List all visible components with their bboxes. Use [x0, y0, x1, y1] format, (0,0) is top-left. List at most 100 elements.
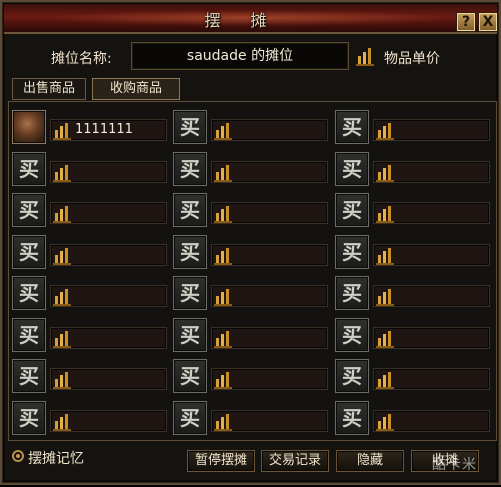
- unit-price-label: 物品单价: [384, 51, 440, 67]
- tab-buy-items[interactable]: 收购商品: [92, 78, 180, 100]
- buy-icon[interactable]: 买: [335, 234, 369, 269]
- gold-bars-icon: [214, 206, 232, 223]
- stall-name-label: 摊位名称:: [51, 51, 112, 67]
- title-bar[interactable]: 摆摊 ? X: [4, 4, 498, 34]
- buy-slot[interactable]: 买: [12, 193, 168, 229]
- buy-slot[interactable]: 买: [173, 193, 329, 229]
- tab-sell-items[interactable]: 出售商品: [12, 78, 86, 100]
- price-field[interactable]: [211, 160, 328, 183]
- buy-slot[interactable]: 买: [335, 359, 491, 395]
- buy-icon[interactable]: 买: [335, 151, 369, 186]
- buy-slot[interactable]: 买: [12, 359, 168, 395]
- buy-icon[interactable]: 买: [12, 234, 46, 269]
- gold-bars-icon: [376, 330, 394, 348]
- gold-bars-icon: [53, 289, 71, 306]
- buy-icon[interactable]: 买: [173, 234, 207, 269]
- price-field[interactable]: [211, 202, 328, 224]
- price-field[interactable]: [211, 368, 328, 390]
- price-field[interactable]: [50, 202, 167, 224]
- buy-slot[interactable]: 买: [173, 359, 329, 395]
- gold-bars-icon: [376, 372, 394, 389]
- close-button[interactable]: X: [478, 12, 498, 32]
- buy-slot[interactable]: 买: [335, 317, 491, 354]
- buy-icon[interactable]: 买: [12, 193, 46, 227]
- gold-bars-icon: [53, 164, 71, 182]
- price-field[interactable]: [211, 119, 328, 141]
- buy-icon[interactable]: 买: [335, 110, 369, 144]
- buy-icon[interactable]: 买: [335, 317, 369, 352]
- hide-button[interactable]: 隐藏: [336, 450, 404, 472]
- buy-slot[interactable]: 买: [173, 110, 329, 146]
- price-field[interactable]: [373, 368, 490, 390]
- buy-slot[interactable]: 买: [335, 234, 491, 271]
- price-field[interactable]: [373, 202, 490, 224]
- buy-slot[interactable]: 买: [335, 276, 491, 312]
- buy-slot[interactable]: 买: [173, 234, 329, 271]
- gold-bars-icon: [214, 372, 232, 389]
- buy-slot[interactable]: 买: [173, 317, 329, 354]
- price-field[interactable]: [50, 326, 167, 349]
- price-field[interactable]: [50, 160, 167, 183]
- buy-icon[interactable]: 买: [173, 110, 207, 144]
- gold-bars-icon: [376, 247, 394, 265]
- price-field[interactable]: [50, 243, 167, 266]
- buy-icon[interactable]: 买: [335, 400, 369, 435]
- buy-icon[interactable]: 买: [12, 359, 46, 393]
- buy-icon[interactable]: 买: [335, 359, 369, 393]
- buy-slot[interactable]: 买: [335, 193, 491, 229]
- price-field[interactable]: [373, 409, 490, 432]
- pause-stall-button[interactable]: 暂停摆摊: [187, 450, 255, 472]
- price-field[interactable]: [211, 243, 328, 266]
- buy-icon[interactable]: 买: [173, 151, 207, 186]
- trade-log-button[interactable]: 交易记录: [261, 450, 329, 472]
- buy-icon[interactable]: 买: [12, 400, 46, 435]
- gold-bars-icon: [53, 330, 71, 348]
- buy-slot[interactable]: 买: [12, 317, 168, 354]
- price-field[interactable]: [373, 160, 490, 183]
- item-icon[interactable]: [12, 110, 46, 144]
- price-field[interactable]: [50, 409, 167, 432]
- buy-icon[interactable]: 买: [12, 317, 46, 352]
- price-field[interactable]: [211, 285, 328, 307]
- price-field[interactable]: [373, 326, 490, 349]
- gold-bars-icon: [214, 164, 232, 182]
- gold-bars-icon: [376, 123, 394, 140]
- buy-slot[interactable]: 买: [173, 276, 329, 312]
- buy-slot[interactable]: 买: [335, 151, 491, 188]
- help-button[interactable]: ?: [456, 12, 476, 32]
- buy-slots-panel: 1111111 买买买买买买买买买买买买买买买买买买买买买买买: [8, 101, 497, 441]
- price-field[interactable]: 1111111: [50, 119, 167, 141]
- buy-slot[interactable]: 买: [173, 400, 329, 437]
- buy-icon[interactable]: 买: [173, 276, 207, 310]
- buy-slot[interactable]: 买: [335, 110, 491, 146]
- stall-name-input[interactable]: saudade 的摊位: [131, 42, 349, 70]
- price-field[interactable]: [373, 285, 490, 307]
- buy-icon[interactable]: 买: [335, 276, 369, 310]
- buy-icon[interactable]: 买: [335, 193, 369, 227]
- buy-icon[interactable]: 买: [173, 359, 207, 393]
- price-field[interactable]: [211, 326, 328, 349]
- buy-slot[interactable]: 买: [12, 234, 168, 271]
- buy-icon[interactable]: 买: [12, 276, 46, 310]
- price-field[interactable]: [373, 243, 490, 266]
- buy-icon[interactable]: 买: [173, 317, 207, 352]
- price-field[interactable]: [50, 368, 167, 390]
- gold-bars-icon: [53, 413, 71, 431]
- radio-icon[interactable]: [12, 450, 24, 462]
- price-field[interactable]: [50, 285, 167, 307]
- gold-bars-icon: [214, 247, 232, 265]
- buy-slot[interactable]: 买: [12, 400, 168, 437]
- buy-slot[interactable]: 1111111: [12, 110, 168, 146]
- buy-icon[interactable]: 买: [173, 400, 207, 435]
- buy-icon[interactable]: 买: [12, 151, 46, 186]
- buy-slot[interactable]: 买: [335, 400, 491, 437]
- buy-icon[interactable]: 买: [173, 193, 207, 227]
- buy-slot[interactable]: 买: [173, 151, 329, 188]
- price-field[interactable]: [373, 119, 490, 141]
- gold-bars-icon: [376, 413, 394, 431]
- price-field[interactable]: [211, 409, 328, 432]
- stall-window: 摆摊 ? X 摊位名称: saudade 的摊位 物品单价 出售商品 收购商品 …: [0, 0, 501, 485]
- buy-slot[interactable]: 买: [12, 276, 168, 312]
- footer-bar: 摆摊记忆 暂停摆摊 交易记录 隐藏 收摊 酷卡米: [2, 444, 501, 487]
- buy-slot[interactable]: 买: [12, 151, 168, 188]
